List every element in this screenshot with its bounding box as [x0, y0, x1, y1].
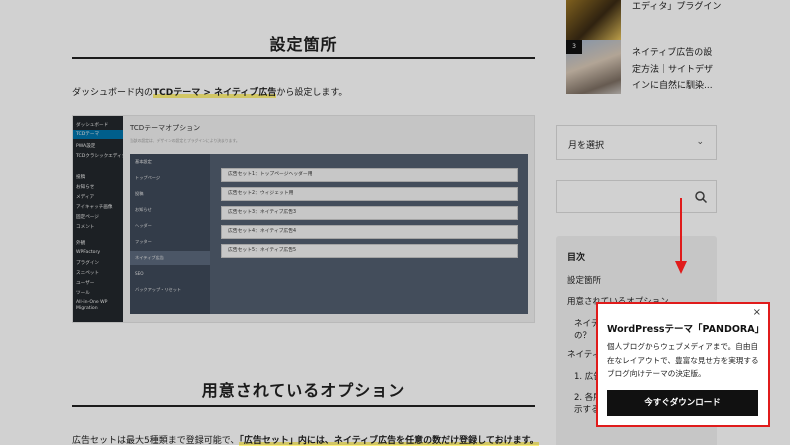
- wp-menu-item: 固定ページ: [76, 215, 99, 220]
- ranking-item-title[interactable]: エディタ」プラグイン: [632, 0, 721, 16]
- wp-menu-item: ツール: [76, 291, 90, 296]
- options-nav-item: 投稿: [135, 191, 144, 196]
- options-nav-item: お知らせ: [135, 207, 152, 212]
- ad-set-row: 広告セット4：ネイティブ広告4: [221, 225, 518, 239]
- ranking-title-line: ネイティブ広告の設: [632, 48, 713, 58]
- theme-options-panel: 基本設定 トップページ 投稿 お知らせ ヘッダー フッター ネイティブ広告 SE…: [130, 154, 528, 314]
- options-nav-item: 基本設定: [135, 159, 152, 164]
- bottom-paragraph: 広告セットは最大5種類まで登録可能で、「広告セット」内には、ネイティブ広告を任意…: [72, 433, 539, 446]
- theme-options-nav: 基本設定 トップページ 投稿 お知らせ ヘッダー フッター ネイティブ広告 SE…: [130, 154, 210, 314]
- popup-title: WordPressテーマ「PANDORA」: [607, 324, 765, 335]
- wp-menu-item: メディア: [76, 195, 95, 200]
- ranking-thumbnail-image[interactable]: [566, 0, 621, 40]
- toc-title: 目次: [567, 253, 586, 263]
- archive-month-select[interactable]: 月を選択 ⌄: [556, 125, 717, 160]
- options-nav-item: トップページ: [135, 175, 161, 180]
- search-icon[interactable]: [694, 190, 708, 204]
- wp-menu-item: コメント: [76, 225, 95, 230]
- wp-menu-item: WPFactory: [76, 250, 101, 255]
- sidebar-search-input[interactable]: [556, 180, 717, 213]
- ranking-title-line: インに自然に馴染...: [632, 81, 713, 91]
- wp-menu-item: お知らせ: [76, 185, 95, 190]
- heading-rule: [72, 405, 535, 407]
- wp-menu-item: ダッシュボード: [76, 123, 109, 128]
- ranking-item-title[interactable]: ネイティブ広告の設 定方法｜サイトデザ インに自然に馴染...: [632, 45, 713, 95]
- ranking-number-badge: 3: [566, 40, 582, 54]
- wp-menu-item: プラグイン: [76, 261, 99, 266]
- chevron-down-icon: ⌄: [696, 137, 704, 147]
- wp-menu-item: 外観: [76, 241, 86, 246]
- annotation-arrow-head: [675, 261, 687, 274]
- theme-promo-popup: × WordPressテーマ「PANDORA」 個人ブログからウェブメディアまで…: [596, 302, 770, 427]
- section-heading-settings: 設定箇所: [269, 35, 338, 54]
- theme-options-title: TCDテーマオプション: [130, 124, 201, 132]
- options-nav-item: バックアップ・リセット: [135, 287, 182, 292]
- options-nav-item: SEO: [135, 271, 144, 276]
- ad-set-row: 広告セット5：ネイティブ広告5: [221, 244, 518, 258]
- ranking-thumbnail-image[interactable]: 3: [566, 40, 621, 94]
- theme-options-subtitle: 当該の設定は、デザインの設定とプラグインにより決まります。: [130, 138, 240, 143]
- options-nav-item-active: ネイティブ広告: [130, 251, 210, 265]
- section-heading-options: 用意されているオプション: [201, 381, 406, 400]
- ad-set-row: 広告セット1：トップページヘッダー用: [221, 168, 518, 182]
- wp-menu-item: アイキャッチ画像: [76, 205, 113, 210]
- wp-admin-menu: ダッシュボード TCDテーマ PWA設定 TCDクラシックエディタ 投稿 お知ら…: [73, 116, 127, 322]
- heading-rule: [72, 57, 535, 59]
- options-nav-item: フッター: [135, 239, 152, 244]
- toc-item[interactable]: の？: [574, 329, 591, 341]
- toc-item[interactable]: 設定箇所: [567, 274, 601, 286]
- annotation-arrow-line: [680, 198, 682, 262]
- download-now-button[interactable]: 今すぐダウンロード: [607, 390, 758, 416]
- ad-set-row: 広告セット2：ウィジェット用: [221, 187, 518, 201]
- intro-paragraph: ダッシュボード内のTCDテーマ > ネイティブ広告から設定します。: [72, 85, 347, 98]
- popup-description: 個人ブログからウェブメディアまで。自由自在なレイアウトで、豊富な見せ方を実現する…: [607, 342, 759, 378]
- wp-menu-item: スニペット: [76, 271, 99, 276]
- intro-text-after: から設定します。: [276, 88, 348, 98]
- settings-screenshot: ダッシュボード TCDテーマ PWA設定 TCDクラシックエディタ 投稿 お知ら…: [72, 115, 535, 323]
- intro-highlight: TCDテーマ > ネイティブ広告: [153, 88, 277, 98]
- ad-set-row: 広告セット3：ネイティブ広告3: [221, 206, 518, 220]
- intro-text-before: ダッシュボード内の: [72, 88, 154, 98]
- wp-menu-item: TCDクラシックエディタ: [76, 154, 127, 159]
- options-nav-item: ヘッダー: [135, 223, 152, 228]
- ranking-title-line: 定方法｜サイトデザ: [632, 64, 714, 75]
- page: 設定箇所 ダッシュボード内のTCDテーマ > ネイティブ広告から設定します。 ダ…: [0, 0, 790, 446]
- month-select-label: 月を選択: [568, 141, 605, 151]
- wp-menu-item: PWA設定: [76, 144, 96, 149]
- wp-menu-item: All-in-One WP Migration: [76, 300, 108, 311]
- wp-menu-item-active: TCDテーマ: [73, 130, 123, 139]
- close-icon[interactable]: ×: [753, 307, 761, 318]
- wp-menu-item: ユーザー: [76, 281, 95, 286]
- wp-menu-item: 投稿: [76, 175, 86, 180]
